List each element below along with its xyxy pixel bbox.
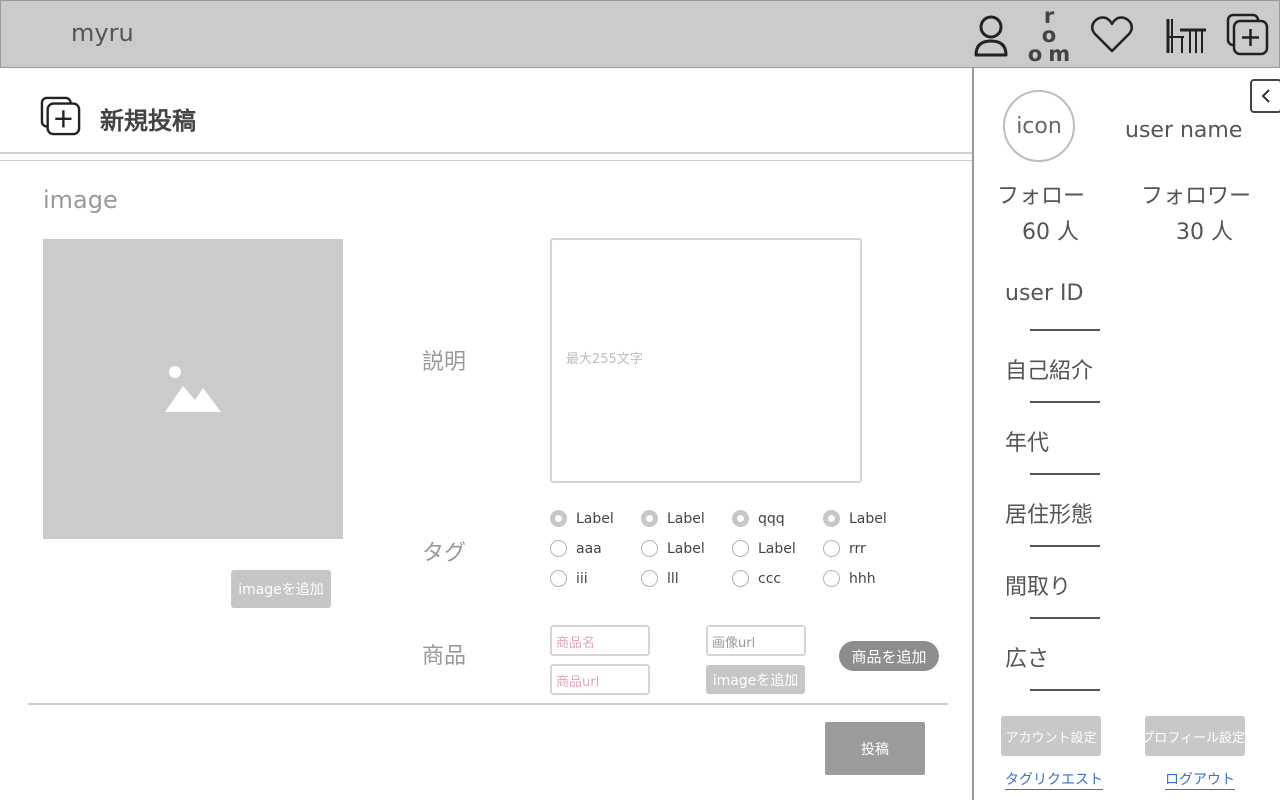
tag-request-link-text: タグリクエスト (1005, 769, 1103, 790)
radio-dot (550, 510, 567, 527)
account-settings-button[interactable]: アカウント設定 (1001, 716, 1101, 756)
divider (0, 160, 972, 161)
radio-dot (550, 570, 567, 587)
image-placeholder-icon (165, 366, 221, 412)
logout-link[interactable]: ログアウト (1165, 769, 1235, 790)
radio-dot (641, 540, 658, 557)
submit-post-button[interactable]: 投稿 (825, 722, 925, 775)
page-title-row: 新規投稿 (40, 96, 196, 140)
follow-count: 60 人 (1022, 220, 1079, 245)
sidebar-divider (972, 68, 974, 800)
profile-field-label: 間取り (1005, 575, 1072, 600)
tag-radio[interactable]: hhh (823, 570, 876, 587)
radio-dot (823, 570, 840, 587)
collapse-sidebar-button[interactable] (1250, 79, 1280, 113)
profile-field-value (1030, 401, 1100, 403)
tag-radio[interactable]: ccc (732, 570, 781, 587)
radio-dot (823, 510, 840, 527)
profile-field-value (1030, 329, 1100, 331)
tag-label: lll (667, 570, 679, 587)
product-name-input[interactable]: 商品名 (550, 625, 650, 656)
tag-label: aaa (576, 540, 602, 557)
profile-field-label: 広さ (1005, 647, 1050, 672)
tag-radio[interactable]: lll (641, 570, 679, 587)
tag-label: qqq (758, 510, 785, 527)
brand-logo[interactable]: myru (71, 19, 134, 47)
radio-dot (823, 540, 840, 557)
tag-radio[interactable]: Label (550, 510, 614, 527)
image-url-input[interactable]: 画像url (706, 625, 806, 656)
room-icon-label: r o om (1027, 3, 1077, 66)
description-textarea[interactable]: 最大255文字 (550, 238, 862, 483)
new-post-icon[interactable] (1225, 13, 1271, 57)
add-product-button[interactable]: 商品を追加 (839, 641, 939, 671)
tag-radio[interactable]: rrr (823, 540, 866, 557)
profile-field-label: 自己紹介 (1005, 359, 1094, 384)
tag-label: ccc (758, 570, 782, 587)
tag-label: hhh (849, 570, 876, 587)
profile-field-value (1030, 617, 1100, 619)
avatar[interactable]: icon (1003, 90, 1075, 162)
profile-field-label: 年代 (1005, 431, 1050, 456)
divider (28, 703, 948, 705)
tag-radio[interactable]: aaa (550, 540, 602, 557)
tag-radio[interactable]: iii (550, 570, 588, 587)
tag-label: Label (667, 540, 705, 557)
follower-label[interactable]: フォロワー (1141, 178, 1251, 210)
top-header: myru r o om (0, 0, 1280, 68)
tag-radio[interactable]: Label (641, 540, 705, 557)
logout-link-text: ログアウト (1165, 769, 1235, 790)
tag-label: Label (667, 510, 705, 527)
follower-count: 30 人 (1176, 220, 1233, 245)
tag-label: Label (576, 510, 614, 527)
description-label: 説明 (422, 350, 467, 375)
add-image-button[interactable]: imageを追加 (231, 570, 331, 608)
add-product-image-button[interactable]: imageを追加 (706, 665, 805, 694)
tags-label: タグ (422, 541, 467, 566)
description-placeholder: 最大255文字 (566, 352, 643, 367)
tag-radio[interactable]: Label (823, 510, 887, 527)
new-post-icon (40, 96, 82, 140)
tag-radio[interactable]: Label (732, 540, 796, 557)
page-title: 新規投稿 (100, 106, 196, 135)
radio-dot (732, 540, 749, 557)
room-icon[interactable]: r o om (1028, 5, 1075, 64)
image-section-label: image (43, 186, 118, 214)
follow-label[interactable]: フォロー (997, 178, 1085, 210)
tag-radio[interactable]: Label (641, 510, 705, 527)
profile-field-value (1030, 689, 1100, 691)
product-url-input[interactable]: 商品url (550, 664, 650, 695)
radio-dot (550, 540, 567, 557)
furniture-icon[interactable] (1161, 13, 1209, 57)
profile-field-value (1030, 545, 1100, 547)
profile-field-label: 居住形態 (1005, 503, 1094, 528)
radio-dot (641, 570, 658, 587)
tag-label: iii (576, 570, 588, 587)
profile-field-label: user ID (1005, 281, 1084, 306)
heart-icon[interactable] (1089, 13, 1135, 57)
user-name: user name (1125, 118, 1243, 143)
radio-dot (641, 510, 658, 527)
image-preview[interactable] (43, 239, 343, 539)
profile-field-value (1030, 473, 1100, 475)
profile-settings-button[interactable]: プロフィール設定 (1145, 716, 1245, 756)
chevron-left-icon (1261, 89, 1270, 103)
radio-dot (732, 570, 749, 587)
tag-label: rrr (849, 540, 866, 557)
tag-radio[interactable]: qqq (732, 510, 785, 527)
divider (0, 152, 972, 154)
user-icon[interactable] (969, 13, 1013, 57)
products-label: 商品 (422, 644, 467, 669)
tag-request-link[interactable]: タグリクエスト (1005, 769, 1103, 790)
radio-dot (732, 510, 749, 527)
tag-label: Label (849, 510, 887, 527)
tag-label: Label (758, 540, 796, 557)
